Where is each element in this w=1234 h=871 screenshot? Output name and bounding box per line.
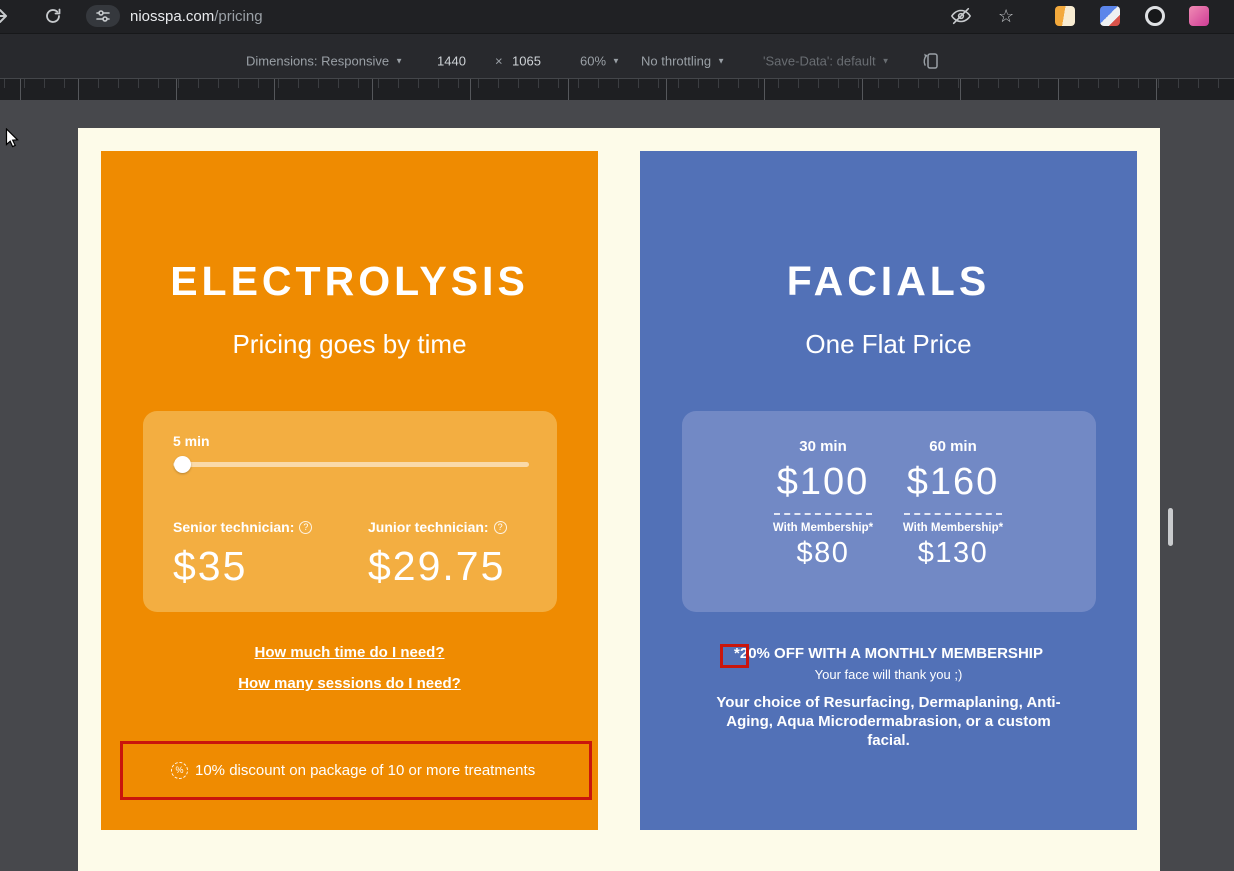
facials-title: FACIALS — [786, 258, 991, 304]
throttling-select[interactable]: No throttling ▼ — [641, 54, 725, 69]
dimensions-select[interactable]: Dimensions: Responsive ▼ — [246, 54, 403, 69]
url-path: /pricing — [214, 8, 263, 25]
facials-price-column-60min: 60 min $160 With Membership* $130 — [883, 438, 1023, 570]
site-settings-button[interactable] — [86, 5, 120, 27]
mouse-cursor — [5, 128, 19, 148]
price-value: $160 — [906, 461, 1000, 503]
dimensions-label: Dimensions: Responsive — [246, 53, 390, 69]
chevron-down-icon: ▼ — [395, 56, 403, 66]
ruler — [0, 78, 1234, 100]
electrolysis-card: ELECTROLYSIS Pricing goes by time 5 min … — [101, 151, 598, 830]
facials-description: Your choice of Resurfacing, Dermaplaning… — [716, 694, 1061, 749]
price-value: $100 — [776, 461, 870, 503]
junior-technician-price: $29.75 — [368, 543, 506, 589]
extension-icon-2[interactable] — [1100, 6, 1120, 26]
link-how-much-time[interactable]: How much time do I need? — [101, 644, 598, 661]
time-slider-value: 5 min — [173, 433, 210, 449]
electrolysis-title: ELECTROLYSIS — [170, 258, 529, 304]
eye-off-icon[interactable] — [950, 5, 972, 27]
membership-label: With Membership* — [772, 522, 874, 534]
throttling-value: No throttling — [641, 53, 712, 69]
viewport-resize-handle[interactable] — [1168, 508, 1173, 546]
rotate-viewport-button[interactable] — [920, 51, 940, 71]
save-data-value: 'Save-Data': default — [763, 53, 876, 69]
viewport-height-input[interactable]: 1065 — [512, 54, 541, 69]
address-bar[interactable]: niosspa.com/pricing — [130, 0, 263, 33]
save-data-select[interactable]: 'Save-Data': default ▼ — [763, 54, 890, 69]
zoom-select[interactable]: 60% ▼ — [580, 54, 620, 69]
extension-icon-1[interactable] — [1055, 6, 1075, 26]
extension-icon-3[interactable] — [1145, 6, 1165, 26]
duration-label: 60 min — [929, 438, 977, 455]
zoom-value: 60% — [580, 53, 607, 69]
reload-button[interactable] — [44, 7, 62, 25]
junior-technician-block: Junior technician: ? $29.75 — [368, 519, 507, 590]
device-toolbar: Dimensions: Responsive ▼ 1440 × 1065 60%… — [0, 33, 1234, 78]
screen: niosspa.com/pricing ☆ Dimensions: Respon… — [0, 0, 1234, 871]
help-icon[interactable]: ? — [299, 520, 313, 534]
browser-toolbar: niosspa.com/pricing ☆ — [0, 0, 1234, 33]
membership-price: $130 — [917, 537, 989, 569]
discount-highlight-box: % 10% discount on package of 10 or more … — [120, 741, 592, 800]
senior-technician-block: Senior technician: ? $35 — [173, 519, 313, 590]
bookmark-star-icon[interactable]: ☆ — [998, 3, 1014, 29]
electrolysis-subtitle: Pricing goes by time — [232, 329, 467, 359]
extension-icon-4[interactable] — [1189, 6, 1209, 26]
dimensions-times-label: × — [495, 53, 503, 69]
page-viewport: ELECTROLYSIS Pricing goes by time 5 min … — [78, 128, 1160, 871]
dashed-divider — [904, 513, 1002, 515]
membership-label: With Membership* — [902, 522, 1004, 534]
help-icon[interactable]: ? — [493, 520, 507, 534]
devtools-workspace: ELECTROLYSIS Pricing goes by time 5 min … — [0, 100, 1234, 871]
facials-panel: 30 min $100 With Membership* $80 60 min … — [682, 411, 1096, 612]
viewport-width-input[interactable]: 1440 — [437, 54, 466, 69]
discount-badge-icon: % — [171, 762, 188, 779]
duration-label: 30 min — [799, 438, 847, 455]
forward-icon[interactable] — [0, 6, 10, 26]
dashed-divider — [774, 513, 872, 515]
membership-promo: *20% OFF WITH A MONTHLY MEMBERSHIP — [734, 645, 1043, 662]
electrolysis-panel: 5 min Senior technician: ? $35 Junior te… — [143, 411, 557, 612]
facials-subtitle: One Flat Price — [805, 329, 972, 359]
tune-icon — [96, 10, 110, 22]
facials-price-column-30min: 30 min $100 With Membership* $80 — [753, 438, 893, 570]
membership-price: $80 — [796, 537, 850, 569]
link-how-many-sessions[interactable]: How many sessions do I need? — [101, 675, 598, 692]
chevron-down-icon: ▼ — [881, 56, 890, 66]
time-slider-thumb[interactable] — [174, 456, 191, 473]
facials-card: FACIALS One Flat Price 30 min $100 With … — [640, 151, 1137, 830]
junior-technician-label: Junior technician: — [368, 519, 489, 535]
senior-technician-price: $35 — [173, 543, 248, 589]
membership-promo-sub: Your face will thank you ;) — [814, 667, 963, 682]
discount-note: 10% discount on package of 10 or more tr… — [195, 762, 536, 779]
chevron-down-icon: ▼ — [717, 56, 726, 66]
time-slider[interactable] — [173, 456, 529, 473]
senior-technician-label: Senior technician: — [173, 519, 295, 535]
url-host: niosspa.com — [130, 8, 215, 25]
electrolysis-links: How much time do I need? How many sessio… — [101, 644, 598, 706]
chevron-down-icon: ▼ — [612, 56, 620, 66]
promo-highlight-box — [720, 644, 749, 668]
